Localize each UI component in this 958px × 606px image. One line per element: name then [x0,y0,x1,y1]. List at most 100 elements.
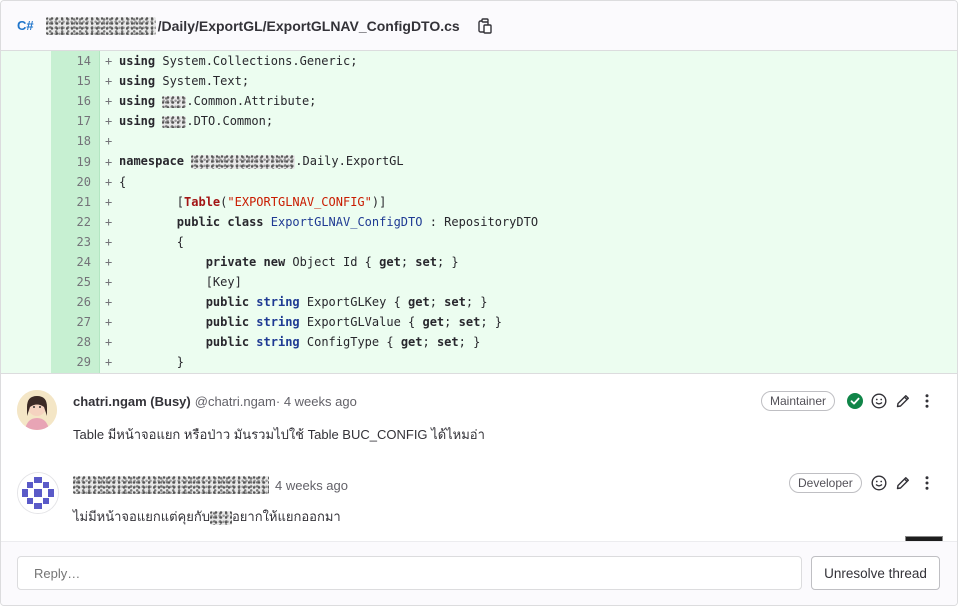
code-token: private [205,254,257,269]
diff-marker: + [105,174,113,189]
code-token: class [227,214,264,229]
code-token: using [119,54,156,69]
unresolve-thread-button[interactable]: Unresolve thread [811,556,940,590]
line-number[interactable]: 16 [51,94,91,108]
code-token: public [176,214,221,229]
code-token: System.Text; [162,74,250,89]
kebab-menu-icon[interactable] [918,474,936,492]
csharp-language-icon: C# [17,18,34,33]
note-body-part: ไม่มีหน้าจอแยกแต่คุยกับ [73,509,210,524]
diff-marker: + [105,254,113,269]
line-number[interactable]: 17 [51,114,91,128]
code-token: set [458,315,481,330]
line-number[interactable]: 26 [51,295,91,309]
note-body: ไม่มีหน้าจอแยกแต่คุยกับ อยากให้แยกออกมา [73,506,341,527]
code-token: "EXPORTGLNAV_CONFIG" [227,194,372,209]
code-diff: 14 + using System.Collections.Generic; 1… [1,51,957,374]
smiley-icon[interactable] [870,474,888,492]
code-token: public [205,315,250,330]
author-handle[interactable]: @chatri.ngam [195,394,276,409]
kebab-menu-icon[interactable] [918,392,936,410]
code-token: [ [176,194,185,209]
code-line: 28 + public string ConfigType { get; set… [1,332,957,352]
note-body-part: อยากให้แยกออกมา [231,509,341,524]
code-line: 19 + namespace .Daily.ExportGL [1,151,957,171]
diff-marker: + [105,134,113,149]
code-line: 24 + private new Object Id { get; set; } [1,252,957,272]
copy-icon[interactable] [478,17,492,34]
diff-marker: + [105,54,113,69]
discussion-note: 4 weeks ago Developer ไม่มีหน้าจอแยกแต่ค… [1,456,957,538]
code-token: ; } [480,315,502,330]
diff-marker: + [105,355,113,370]
line-number[interactable]: 29 [51,355,91,369]
pencil-icon[interactable] [894,474,912,492]
code-token: string [256,315,300,330]
file-path[interactable]: /Daily/ExportGL/ExportGLNAV_ConfigDTO.cs [158,18,460,34]
line-number[interactable]: 24 [51,255,91,269]
reply-input[interactable] [17,556,802,590]
code-token: System.Collections.Generic; [162,54,358,69]
line-number[interactable]: 21 [51,195,91,209]
diff-discussion-card: C# /Daily/ExportGL/ExportGLNAV_ConfigDTO… [0,0,958,606]
code-token: public [205,335,250,350]
code-token: using [119,94,156,109]
file-header: C# /Daily/ExportGL/ExportGLNAV_ConfigDTO… [1,1,957,51]
code-token: string [256,335,300,350]
code-token: ExportGLValue { [299,315,423,330]
redacted-namespace [162,95,187,108]
code-line: 14 + using System.Collections.Generic; [1,51,957,71]
code-line: 27 + public string ExportGLValue { get ; … [1,312,957,332]
note-timestamp[interactable]: 4 weeks ago [275,478,348,493]
code-token: .Daily.ExportGL [295,154,404,169]
avatar[interactable] [17,390,57,430]
code-token: ; [429,295,445,310]
code-token: using [119,114,156,129]
check-circle-icon[interactable] [846,392,864,410]
role-badge: Developer [789,473,862,493]
diff-marker: + [105,94,113,109]
line-number[interactable]: 14 [51,54,91,68]
line-number[interactable]: 25 [51,275,91,289]
author-name[interactable]: chatri.ngam (Busy) [73,394,191,409]
code-token: public [205,295,250,310]
code-token: ; } [436,254,459,269]
note-timestamp[interactable]: · 4 weeks ago [276,394,357,409]
line-number[interactable]: 23 [51,235,91,249]
smiley-icon[interactable] [870,392,888,410]
avatar[interactable] [17,472,59,514]
diff-marker: + [105,295,113,310]
code-token: { [176,234,185,249]
code-token: get [408,295,430,310]
code-token: using [119,74,156,89]
diff-marker: + [105,194,113,209]
line-number[interactable]: 27 [51,315,91,329]
code-token: [Key] [205,275,242,290]
line-number[interactable]: 28 [51,335,91,349]
code-token: set [415,254,437,269]
note-header: 4 weeks ago [73,476,348,494]
code-line: 26 + public string ExportGLKey { get; se… [1,292,957,312]
note-header: chatri.ngam (Busy) @chatri.ngam · 4 week… [73,394,357,409]
code-token: Object Id { [285,254,380,269]
line-number[interactable]: 15 [51,74,91,88]
line-number[interactable]: 22 [51,215,91,229]
redacted-mention [209,510,232,525]
code-token: new [263,254,286,269]
code-line: 18 + [1,131,957,151]
code-line: 21 + [Table("EXPORTGLNAV_CONFIG")] [1,192,957,212]
redacted-path-prefix [45,16,156,35]
note-body: Table มีหน้าจอแยก หรือป่าว มันรวมไปใช้ T… [73,427,485,442]
code-token: ; } [458,335,481,350]
code-token: ExportGLKey { [299,295,409,310]
line-number[interactable]: 20 [51,175,91,189]
code-token: .DTO.Common; [186,114,274,129]
line-number[interactable]: 18 [51,134,91,148]
code-token: Table [184,194,221,209]
code-token: : RepositoryDTO [422,214,539,229]
pencil-icon[interactable] [894,392,912,410]
code-token: .Common.Attribute; [186,94,317,109]
line-number[interactable]: 19 [51,155,91,169]
code-token: namespace [119,154,185,169]
redacted-author-name [73,476,269,494]
